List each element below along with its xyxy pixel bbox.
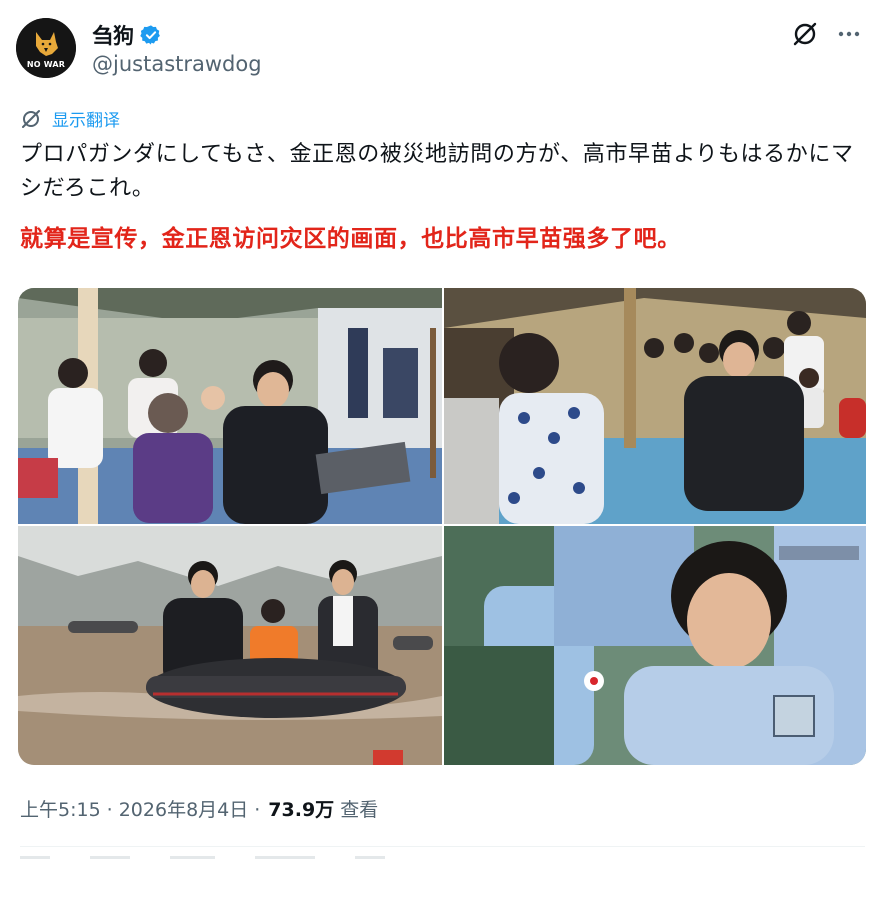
tweet-meta: 上午5:15 · 2026年8月4日 · 73.9万 查看 [20, 795, 378, 822]
japanese-official-photo[interactable] [444, 526, 866, 765]
display-name[interactable]: 刍狗 [92, 20, 134, 50]
name-row: 刍狗 [92, 20, 162, 50]
tweet-header: NO WAR 刍狗 @justastrawdog [16, 16, 863, 80]
meta-separator: · [106, 799, 113, 821]
media-grid [18, 288, 866, 765]
avatar-text: NO WAR [26, 60, 66, 69]
avatar[interactable]: NO WAR [16, 18, 76, 78]
flood-boat-photo[interactable] [18, 526, 442, 765]
show-translation-label[interactable]: 显示翻译 [52, 106, 120, 131]
handle[interactable]: @justastrawdog [92, 52, 262, 76]
tweet-text: プロパガンダにしてもさ、金正恩の被災地訪問の方が、高市早苗よりもはるかにマシだろ… [20, 142, 854, 201]
tweet-time[interactable]: 上午5:15 [20, 795, 101, 822]
dog-logo-icon [16, 18, 76, 78]
views-count[interactable]: 73.9万 [268, 795, 334, 822]
views-label: 查看 [340, 799, 379, 821]
show-translation-button[interactable]: 显示翻译 [20, 106, 120, 131]
tent-meeting-photo[interactable] [444, 288, 866, 524]
tweet-date[interactable]: 2026年8月4日 [119, 795, 249, 822]
tent-visit-photo[interactable] [18, 288, 442, 524]
verified-badge-icon[interactable] [140, 24, 162, 46]
more-icon[interactable] [835, 20, 863, 48]
divider [20, 846, 865, 847]
meta-separator: · [254, 799, 261, 821]
action-bar-placeholder [20, 856, 480, 864]
grok-icon[interactable] [791, 20, 819, 48]
grok-icon [22, 109, 40, 128]
tweet-translation-overlay: 就算是宣传，金正恩访问灾区的画面，也比高市早苗强多了吧。 [20, 226, 681, 252]
